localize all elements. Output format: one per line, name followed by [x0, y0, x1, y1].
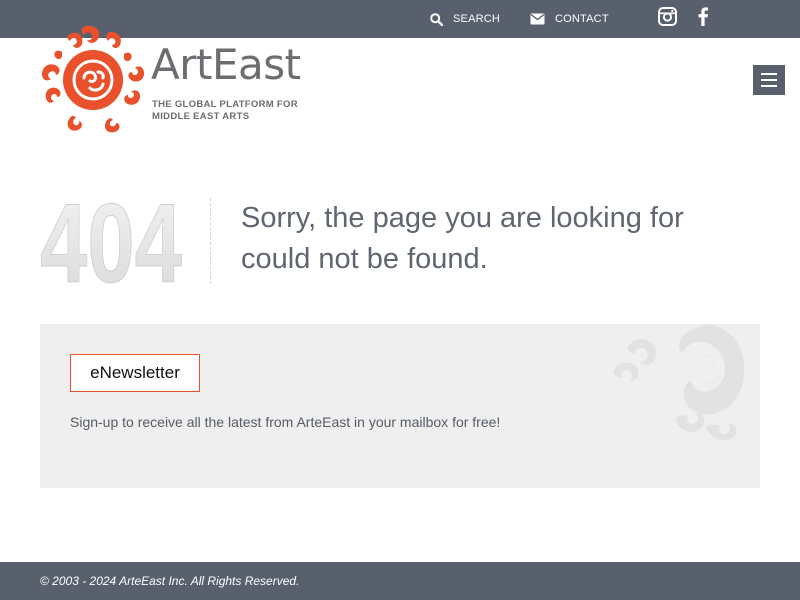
- error-message: Sorry, the page you are looking for coul…: [241, 202, 684, 275]
- envelope-icon: [530, 13, 545, 25]
- error-code-text: 404: [40, 196, 182, 288]
- logo-tagline-line2: MIDDLE EAST ARTS: [152, 111, 250, 122]
- contact-link[interactable]: CONTACT: [530, 0, 609, 38]
- enewsletter-button[interactable]: eNewsletter: [70, 354, 200, 392]
- logo-tagline-line1: THE GLOBAL PLATFORM FOR: [152, 99, 298, 110]
- hamburger-icon-bar: [761, 85, 777, 87]
- contact-label: CONTACT: [555, 13, 609, 25]
- site-logo[interactable]: ArtEast THE GLOBAL PLATFORM FOR MIDDLE E…: [40, 22, 340, 134]
- arteeast-emblem-icon: [42, 25, 145, 133]
- newsletter-panel: eNewsletter Sign-up to receive all the l…: [40, 324, 760, 488]
- facebook-link[interactable]: [697, 0, 709, 38]
- search-icon: [430, 12, 443, 26]
- newsletter-description: Sign-up to receive all the latest from A…: [70, 414, 501, 430]
- copyright-text: © 2003 - 2024 ArteEast Inc. All Rights R…: [40, 574, 300, 588]
- hamburger-icon: [761, 73, 777, 75]
- instagram-link[interactable]: [658, 0, 677, 38]
- facebook-icon: [697, 7, 709, 31]
- logo-wordmark: ArtEast: [151, 40, 301, 89]
- menu-button[interactable]: [753, 65, 785, 95]
- search-link[interactable]: SEARCH: [430, 0, 500, 38]
- logo-tagline: THE GLOBAL PLATFORM FOR MIDDLE EAST ARTS: [152, 99, 322, 123]
- instagram-icon: [658, 7, 677, 31]
- emblem-watermark-icon: [613, 324, 745, 441]
- search-label: SEARCH: [453, 13, 501, 25]
- footer: © 2003 - 2024 ArteEast Inc. All Rights R…: [0, 562, 800, 600]
- hamburger-icon-bar: [761, 79, 777, 81]
- error-code: 404: [40, 196, 183, 288]
- error-divider: [210, 198, 211, 284]
